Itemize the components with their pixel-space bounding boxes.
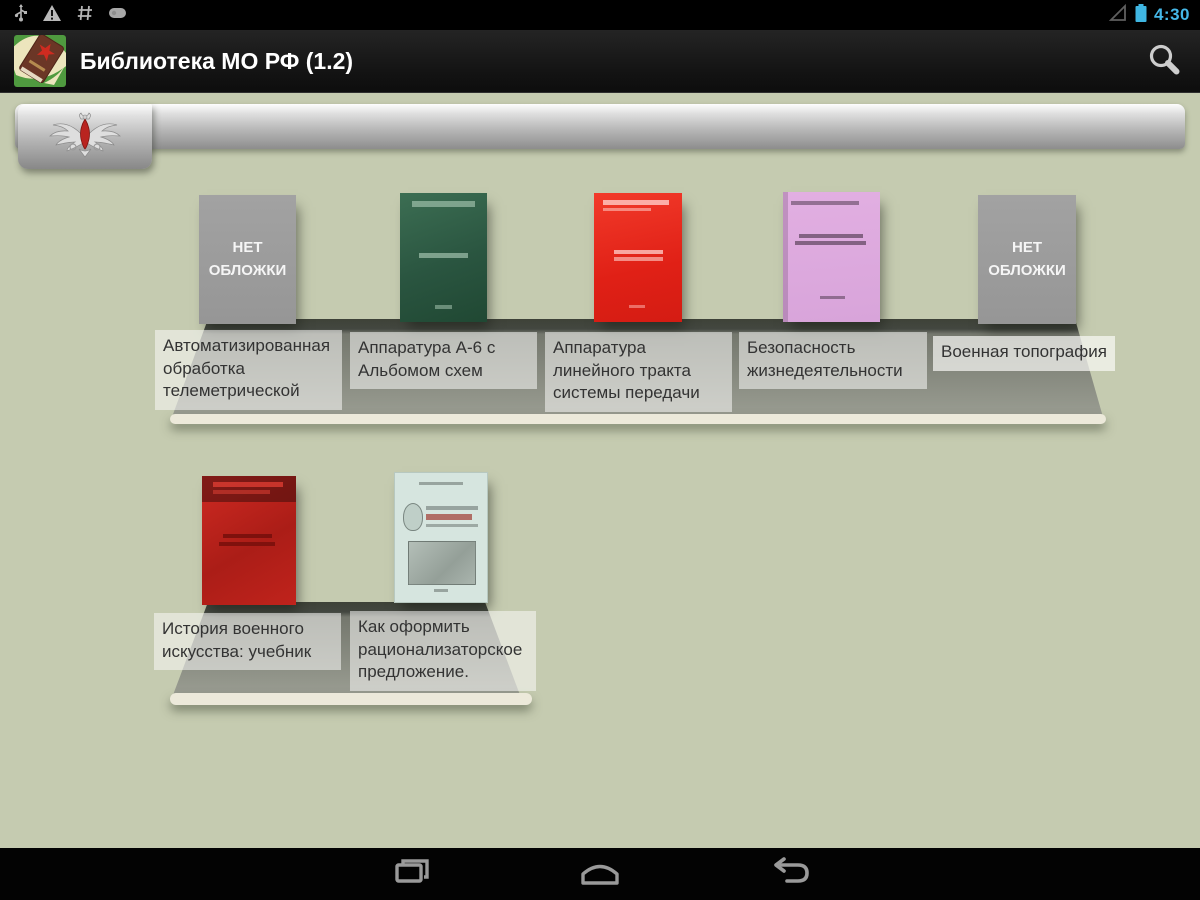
search-icon <box>1146 42 1182 83</box>
cover-emblem <box>403 503 423 531</box>
cover-art <box>426 524 478 527</box>
book-title-label[interactable]: Как оформить рационализаторское предложе… <box>350 611 536 691</box>
book-spine <box>783 192 788 322</box>
home-button[interactable] <box>570 854 630 894</box>
cover-art <box>218 542 276 546</box>
book-cover-istoriya[interactable] <box>202 476 296 605</box>
cover-illustration <box>407 541 477 585</box>
cover-art <box>794 241 867 245</box>
back-icon <box>767 856 813 893</box>
shelf-edge <box>170 414 1106 424</box>
app-title: Библиотека МО РФ (1.2) <box>80 47 354 74</box>
book-title-label[interactable]: Аппаратура А-6 с Альбомом схем <box>350 332 537 390</box>
data-icon <box>108 6 128 25</box>
usb-icon <box>14 3 28 28</box>
app-screen: 4:30 Библиотека МО РФ (1.2) НЕТ ОБЛОЖКИ … <box>0 0 1200 900</box>
cover-art <box>418 482 464 485</box>
book-title-label[interactable]: Безопасность жизнедеятельности <box>739 332 927 390</box>
search-button[interactable] <box>1144 42 1184 82</box>
book-title-label[interactable]: Военная топография <box>933 336 1115 371</box>
book-cover-avtomatizirovannaya[interactable]: НЕТ ОБЛОЖКИ <box>199 195 296 324</box>
recents-button[interactable] <box>382 854 442 894</box>
cover-art <box>222 534 272 538</box>
navigation-bar <box>0 848 1200 900</box>
action-bar: Библиотека МО РФ (1.2) <box>0 30 1200 93</box>
tab-strip <box>15 104 1185 149</box>
book-cover-apparatura-lineynogo[interactable] <box>594 193 682 322</box>
cover-art <box>790 201 859 205</box>
grid-icon <box>76 4 94 27</box>
no-cover-text: НЕТ ОБЛОЖКИ <box>988 239 1066 279</box>
cover-art <box>602 208 652 211</box>
battery-icon <box>1134 2 1148 29</box>
book-cover-kak-oformit[interactable] <box>394 472 488 603</box>
book-cover-voennaya-topografia[interactable]: НЕТ ОБЛОЖКИ <box>978 195 1076 324</box>
cover-art <box>426 506 478 510</box>
back-button[interactable] <box>760 854 820 894</box>
book-cover-apparatura-a6[interactable] <box>400 193 487 322</box>
cover-art <box>213 490 270 494</box>
cover-art <box>213 482 283 487</box>
tab-mod-emblem[interactable] <box>18 104 152 169</box>
book-title-label[interactable]: Автоматизированная обработка телеметриче… <box>155 330 342 410</box>
book-title-label[interactable]: Аппаратура линейного тракта системы пере… <box>545 332 732 412</box>
app-icon <box>14 35 66 87</box>
status-bar: 4:30 <box>0 0 1200 30</box>
cover-art <box>614 257 663 261</box>
shelf-edge <box>170 693 532 705</box>
book-title-label[interactable]: История военного искусства: учебник <box>154 613 341 671</box>
cover-art <box>819 296 846 299</box>
cover-art <box>614 250 663 254</box>
signal-icon <box>1108 3 1128 28</box>
warning-icon <box>42 3 62 28</box>
recents-icon <box>391 856 433 893</box>
book-cover-bezopasnost[interactable] <box>783 192 880 322</box>
cover-art <box>202 476 296 502</box>
no-cover-text: НЕТ ОБЛОЖКИ <box>208 239 287 279</box>
russian-mod-eagle-emblem-icon <box>43 109 127 164</box>
cover-art <box>412 201 475 207</box>
cover-art <box>433 589 449 592</box>
home-icon <box>578 856 622 893</box>
cover-art <box>426 514 473 520</box>
cover-art <box>602 200 669 205</box>
cover-art <box>419 253 468 258</box>
status-time: 4:30 <box>1153 5 1190 24</box>
cover-art <box>798 234 863 238</box>
cover-art <box>434 305 453 309</box>
cover-art <box>629 305 646 308</box>
